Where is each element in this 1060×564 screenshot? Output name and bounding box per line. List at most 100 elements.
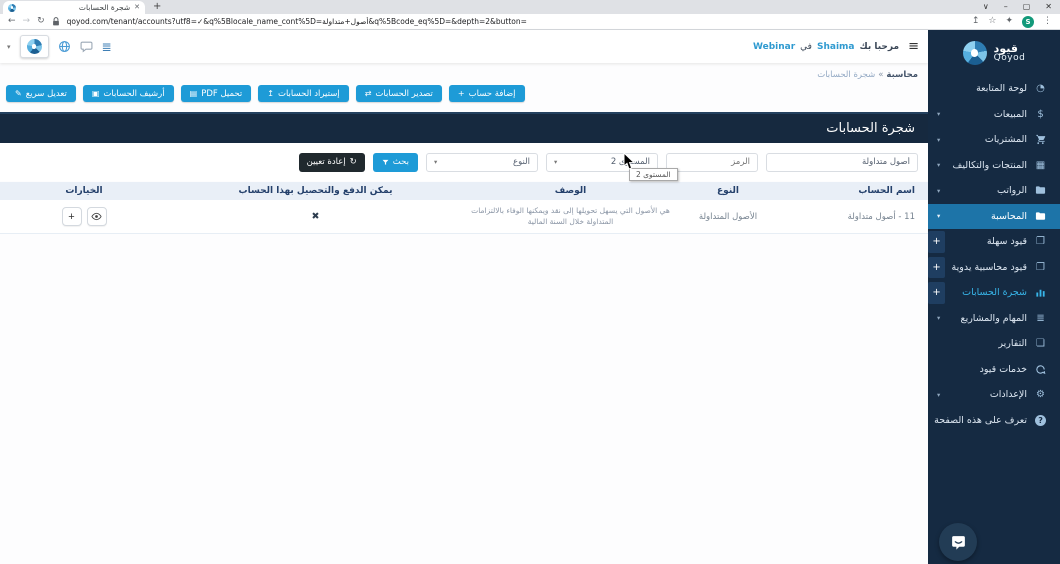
toolbar: تعديل سريع ✎ أرشيف الحسابات ▣ تحميل PDF … bbox=[6, 85, 525, 102]
upload-icon: ↥ bbox=[267, 90, 274, 98]
chevron-down-icon: ▾ bbox=[937, 110, 940, 118]
window-minimize-icon[interactable]: – bbox=[1004, 2, 1008, 11]
type-select[interactable]: النوع ▾ bbox=[426, 153, 538, 172]
refresh-icon[interactable]: ↻ bbox=[37, 17, 45, 26]
url-text[interactable]: qoyod.com/tenant/accounts?utf8=✓&q%5Bloc… bbox=[67, 17, 965, 26]
export-accounts-button[interactable]: تصدير الحسابات ⇄ bbox=[356, 85, 442, 102]
level-tooltip: المستوى 2 bbox=[629, 168, 678, 181]
archive-icon: ▣ bbox=[92, 90, 100, 98]
sidebar-item-accounting[interactable]: المحاسبة ▾ bbox=[928, 204, 1060, 230]
col-description: الوصف bbox=[463, 186, 678, 196]
sidebar-item-chart-of-accounts[interactable]: شجرة الحسابات + bbox=[928, 280, 1060, 306]
sidebar-logo[interactable]: قيود Qoyod bbox=[928, 30, 1060, 76]
gear-icon: ⚙ bbox=[1034, 389, 1047, 400]
org-name[interactable]: Webinar bbox=[753, 42, 795, 52]
sidebar-item-qoyod-services[interactable]: خدمات قيود bbox=[928, 357, 1060, 383]
bookmark-star-icon[interactable]: ☆ bbox=[988, 17, 996, 26]
welcome-text: مرحبا بك bbox=[859, 42, 899, 52]
tab-close-icon[interactable]: ✕ bbox=[134, 4, 140, 11]
plus-icon: + bbox=[458, 90, 465, 98]
sidebar: قيود Qoyod ◔ لوحة المتابعة $ المبيعات ▾ … bbox=[928, 30, 1060, 564]
chat-bubble-icon[interactable] bbox=[80, 40, 93, 53]
view-account-button[interactable] bbox=[87, 207, 107, 226]
dashboard-icon: ◔ bbox=[1034, 83, 1047, 94]
new-tab-button[interactable]: + bbox=[153, 1, 161, 12]
tab-title: شجرة الحسابات bbox=[20, 3, 130, 12]
sidebar-item-manual-journal-entries[interactable]: ❐ قيود محاسبية يدوية + bbox=[928, 255, 1060, 281]
report-file-icon: ❏ bbox=[1034, 338, 1047, 349]
chevron-down-icon[interactable]: ▾ bbox=[7, 43, 11, 51]
sidebar-item-dashboard[interactable]: ◔ لوحة المتابعة bbox=[928, 76, 1060, 102]
sidebar-item-reports[interactable]: ❏ التقارير bbox=[928, 331, 1060, 357]
qoyod-services-icon bbox=[1034, 364, 1047, 375]
expand-plus-button[interactable]: + bbox=[928, 257, 945, 279]
back-icon[interactable]: ← bbox=[8, 17, 16, 26]
list-icon[interactable]: ≣ bbox=[102, 41, 112, 53]
accounts-archive-button[interactable]: أرشيف الحسابات ▣ bbox=[83, 85, 174, 102]
export-icon: ⇄ bbox=[365, 90, 372, 98]
breadcrumb-separator: » bbox=[878, 70, 883, 80]
welcome-area: ≡ مرحبا بك Shaima في Webinar bbox=[753, 39, 919, 54]
breadcrumb-parent[interactable]: محاسبة bbox=[886, 70, 918, 80]
sidebar-item-purchases[interactable]: المشتريات ▾ bbox=[928, 127, 1060, 153]
type-select-value: النوع bbox=[513, 157, 530, 167]
window-menu-icon[interactable]: ∨ bbox=[983, 2, 989, 11]
dollar-icon: $ bbox=[1034, 109, 1047, 120]
account-description-cell: هي الأصول التي يسهل تحويلها إلى نقد ويمك… bbox=[463, 206, 678, 227]
favicon-icon bbox=[8, 4, 16, 12]
account-name-filter-input[interactable] bbox=[766, 153, 918, 172]
profile-avatar[interactable]: S bbox=[1022, 16, 1034, 28]
add-account-button[interactable]: إضافة حساب + bbox=[449, 85, 525, 102]
sidebar-item-products-costs[interactable]: ▦ المنتجات والتكاليف ▾ bbox=[928, 153, 1060, 179]
share-icon[interactable]: ↥ bbox=[972, 17, 980, 26]
extensions-icon[interactable]: ✦ bbox=[1005, 17, 1013, 26]
search-button[interactable]: بحث bbox=[373, 153, 418, 172]
download-pdf-button[interactable]: تحميل PDF ▤ bbox=[181, 85, 252, 102]
kebab-menu-icon[interactable]: ⋮ bbox=[1043, 17, 1052, 26]
chevron-down-icon: ▾ bbox=[937, 391, 940, 399]
quick-edit-button[interactable]: تعديل سريع ✎ bbox=[6, 85, 76, 102]
import-accounts-button[interactable]: إستيراد الحسابات ↥ bbox=[258, 85, 348, 102]
window-maximize-icon[interactable]: ▢ bbox=[1023, 2, 1031, 11]
sidebar-item-settings[interactable]: ⚙ الإعدادات ▾ bbox=[928, 382, 1060, 408]
col-type: النوع bbox=[678, 186, 778, 196]
refresh-icon: ↻ bbox=[350, 157, 357, 167]
bar-chart-icon bbox=[1034, 287, 1047, 298]
journal-icon: ❐ bbox=[1034, 236, 1047, 247]
chat-widget-button[interactable] bbox=[939, 523, 977, 561]
messenger-bubble-icon bbox=[950, 534, 967, 551]
qoyod-logo-icon bbox=[963, 41, 987, 65]
code-filter-input[interactable] bbox=[666, 153, 758, 172]
header-left-icons: ▾ ≣ bbox=[7, 35, 112, 58]
user-name[interactable]: Shaima bbox=[817, 42, 855, 52]
qoyod-widget-button[interactable] bbox=[20, 35, 49, 58]
browser-urlbar: ← → ↻ qoyod.com/tenant/accounts?utf8=✓&q… bbox=[0, 14, 1060, 30]
filter-bar: المستوى 2 ▾ النوع ▾ بحث ↻ إعادة تعيين bbox=[0, 143, 928, 181]
help-icon: ? bbox=[1034, 415, 1047, 426]
sidebar-item-easy-entries[interactable]: ❐ قيود سهلة + bbox=[928, 229, 1060, 255]
page-title: شجرة الحسابات bbox=[826, 121, 915, 136]
account-name-cell[interactable]: 11 - أصول متداولة bbox=[778, 212, 928, 222]
browser-tab[interactable]: شجرة الحسابات ✕ bbox=[3, 1, 145, 14]
globe-icon[interactable] bbox=[58, 40, 71, 53]
forward-icon[interactable]: → bbox=[23, 17, 31, 26]
chevron-down-icon: ▾ bbox=[434, 158, 437, 166]
expand-plus-button[interactable]: + bbox=[928, 231, 945, 253]
reset-button[interactable]: ↻ إعادة تعيين bbox=[299, 153, 365, 172]
screen: شجرة الحسابات ✕ + ∨ – ▢ ✕ ← → ↻ qoyod.co… bbox=[0, 0, 1060, 564]
cart-icon bbox=[1034, 134, 1047, 145]
window-close-icon[interactable]: ✕ bbox=[1045, 2, 1052, 11]
folder-icon bbox=[1034, 211, 1047, 222]
sidebar-item-payroll[interactable]: الرواتب ▾ bbox=[928, 178, 1060, 204]
pencil-icon: ✎ bbox=[15, 90, 22, 98]
sidebar-item-sales[interactable]: $ المبيعات ▾ bbox=[928, 102, 1060, 128]
sidebar-item-page-help[interactable]: ? تعرف على هذه الصفحة bbox=[928, 408, 1060, 434]
grid-icon: ▦ bbox=[1034, 160, 1047, 171]
expand-plus-button[interactable]: + bbox=[928, 282, 945, 304]
eye-icon bbox=[91, 211, 102, 222]
hamburger-menu-icon[interactable]: ≡ bbox=[908, 39, 919, 54]
main-content: ▾ ≣ ≡ مرحبا بك Shaima في Webinar bbox=[0, 30, 928, 564]
add-child-account-button[interactable]: + bbox=[62, 207, 82, 226]
table-row: 11 - أصول متداولة الأصول المتداولة هي ال… bbox=[0, 200, 928, 234]
sidebar-item-tasks-projects[interactable]: ≣ المهام والمشاريع ▾ bbox=[928, 306, 1060, 332]
